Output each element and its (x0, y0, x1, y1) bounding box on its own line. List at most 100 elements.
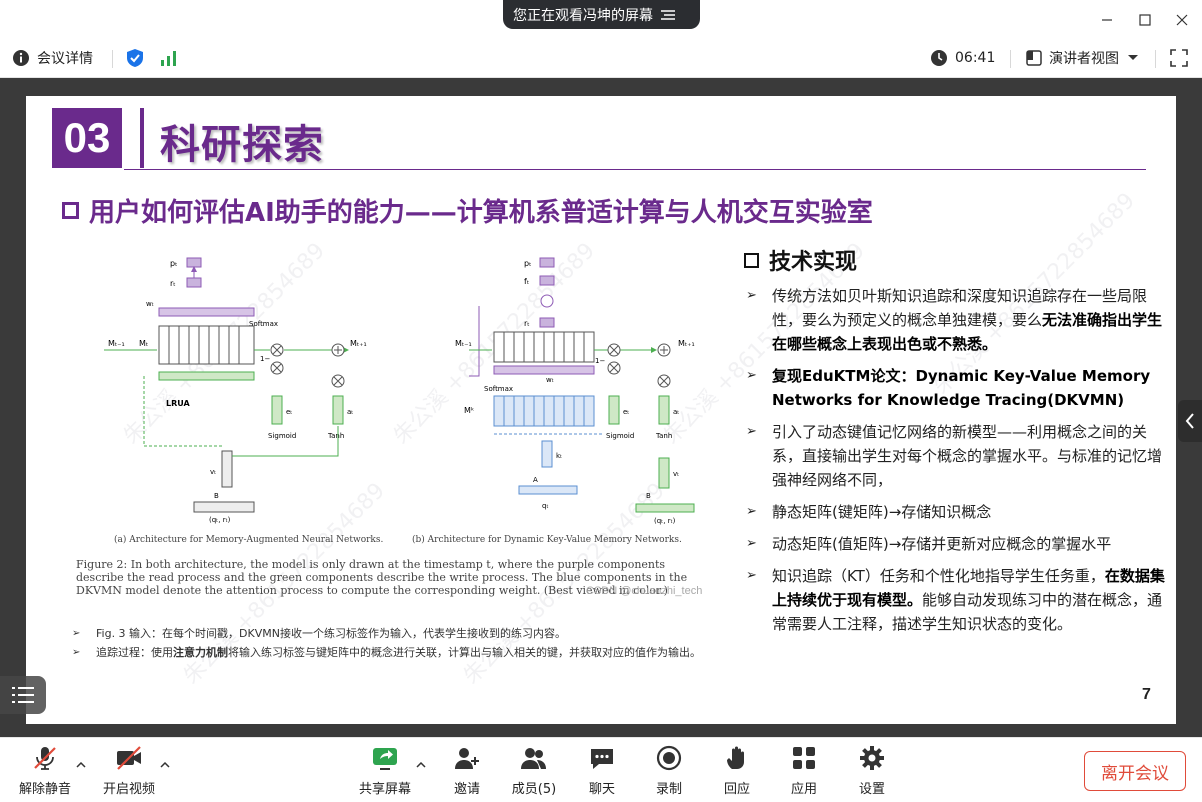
video-off-icon (115, 744, 143, 772)
security-shield-icon[interactable] (125, 48, 145, 68)
e-box (608, 395, 620, 425)
a-emb-label: A (533, 476, 538, 484)
slide-subtitle: 用户如何评估AI助手的能力——计算机系普适计算与人机交互实验室 (62, 192, 873, 229)
divider (1155, 50, 1156, 68)
chevron-up-icon[interactable] (160, 760, 170, 770)
r-box (539, 317, 555, 328)
clock-icon (931, 50, 947, 66)
note-bold: 注意力机制 (173, 646, 228, 659)
bullet-text: 静态矩阵(键矩阵)→存储知识概念 (772, 503, 992, 521)
chat-icon (588, 744, 616, 772)
sigmoid-label: Sigmoid (268, 432, 296, 440)
unmute-label: 解除静音 (18, 782, 71, 797)
menu-icon[interactable] (661, 9, 675, 20)
divider (1010, 50, 1011, 68)
m-next-label: Mₜ₊₁ (350, 339, 367, 348)
input-box (635, 503, 695, 513)
tech-bullet-list: 传统方法如贝叶斯知识追踪和深度知识追踪存在一些局限性，要么为预定义的概念单独建模… (744, 284, 1174, 636)
minimize-icon[interactable] (1097, 10, 1117, 30)
chevron-up-icon[interactable] (416, 760, 426, 770)
softmax-label: Softmax (484, 385, 513, 393)
input-box (193, 501, 255, 513)
e-label: eₜ (623, 408, 629, 416)
side-panel-toggle[interactable] (1178, 400, 1202, 442)
layout-icon (1026, 50, 1042, 66)
caption-a: (a) Architecture for Memory-Augmented Ne… (114, 534, 383, 545)
note-text: 追踪过程：使用 (96, 646, 173, 659)
e-box (271, 395, 283, 425)
meeting-details-label: 会议详情 (37, 51, 93, 67)
timer-text: 06:41 (955, 50, 996, 66)
reactions-button[interactable]: 回应 (702, 744, 772, 797)
share-screen-button[interactable]: 共享屏幕 (350, 744, 420, 797)
record-icon (655, 744, 683, 772)
p-box (539, 257, 555, 268)
sigmoid-label: Sigmoid (606, 432, 634, 440)
reactions-label: 回应 (723, 782, 750, 797)
m-cur-label: Mₜ (139, 339, 148, 348)
chat-button[interactable]: 聊天 (567, 744, 637, 797)
v-label: vₜ (210, 468, 216, 476)
meeting-controls: 解除静音 开启视频 共享屏幕 邀请 成员(5) 聊天 录制 回应 应用 设置 离… (0, 737, 1202, 802)
chevron-up-icon[interactable] (76, 760, 86, 770)
r-label: rₜ (524, 319, 530, 328)
users-icon (520, 744, 548, 772)
lrua-label: LRUA (166, 399, 191, 408)
value-matrix (493, 331, 595, 363)
fullscreen-icon[interactable] (1170, 48, 1188, 68)
maximize-icon[interactable] (1135, 10, 1155, 30)
meeting-toolbar: 会议详情 06:41 演讲者视图 (0, 40, 1202, 78)
m-prev-label: Mₜ₋₁ (108, 339, 125, 348)
settings-button[interactable]: 设置 (837, 744, 907, 797)
members-button[interactable]: 成员(5) (499, 744, 569, 797)
one-minus-label: 1− (595, 357, 605, 365)
csdn-watermark: CSDN @chuanzhi_tech (586, 585, 703, 597)
mann-diagram: pₜ rₜ wₜ Softmax Mₜ₋₁ Mₜ Mₜ₊₁ 1− eₜ aₜ S… (104, 257, 367, 524)
caption-b: (b) Architecture for Dynamic Key-Value M… (412, 534, 682, 545)
k-box (541, 440, 553, 468)
unmute-button[interactable]: 解除静音 (10, 744, 80, 797)
floating-list-button[interactable] (0, 676, 46, 714)
v-box (658, 457, 670, 489)
divider (112, 50, 113, 68)
meeting-window: 您正在观看冯坤的屏幕 会议详情 06:41 演讲者视图 朱公溪 +8615722… (0, 0, 1202, 802)
invite-button[interactable]: 邀请 (432, 744, 502, 797)
apps-button[interactable]: 应用 (769, 744, 839, 797)
chevron-left-icon (1185, 413, 1194, 429)
v-box (221, 450, 233, 488)
chevron-down-icon (1128, 55, 1138, 60)
settings-label: 设置 (858, 782, 885, 797)
tech-section: 技术实现 传统方法如贝叶斯知识追踪和深度知识追踪存在一些局限性，要么为预定义的概… (744, 244, 1174, 644)
start-video-button[interactable]: 开启视频 (94, 744, 164, 797)
q-label: qₜ (542, 502, 549, 510)
network-signal-icon[interactable] (160, 48, 178, 68)
close-icon[interactable] (1172, 10, 1192, 30)
apps-label: 应用 (790, 782, 817, 797)
square-bullet-icon (62, 202, 79, 219)
title-underline (124, 169, 1146, 170)
page-number: 7 (1142, 686, 1151, 703)
architecture-figure: pₜ rₜ wₜ Softmax Mₜ₋₁ Mₜ Mₜ₊₁ 1− eₜ aₜ S… (104, 257, 695, 545)
tech-bullet: 动态矩阵(值矩阵)→存储并更新对应概念的掌握水平 (744, 532, 1174, 556)
bullet-text: 引入了动态键值记忆网络的新模型——利用概念之间的关系，直接输出学生对每个概念的掌… (772, 423, 1163, 489)
tech-bullet: 知识追踪（KT）任务和个性化地指导学生任务重，在数据集上持续优于现有模型。能够自… (744, 564, 1174, 636)
share-screen-label: 共享屏幕 (358, 782, 411, 797)
m-prev-label: Mₜ₋₁ (455, 339, 472, 348)
info-icon (13, 50, 29, 66)
memory-matrix (158, 325, 255, 365)
f-label: fₜ (524, 277, 529, 286)
note-text: 将输入练习标签与键矩阵中的概念进行关联，计算出与输入相关的键，并获取对应的值作为… (228, 646, 701, 659)
record-button[interactable]: 录制 (634, 744, 704, 797)
screen-share-banner[interactable]: 您正在观看冯坤的屏幕 (503, 0, 700, 29)
input-label: (qₜ, rₜ) (654, 517, 676, 525)
read-weight-bar (158, 307, 255, 317)
meeting-details-button[interactable]: 会议详情 (12, 48, 93, 68)
title-bar: 您正在观看冯坤的屏幕 (0, 0, 1202, 40)
leave-meeting-button[interactable]: 离开会议 (1084, 751, 1186, 791)
view-mode-dropdown[interactable]: 演讲者视图 (1026, 48, 1139, 68)
b-label: B (214, 492, 219, 500)
p-label: pₜ (170, 259, 177, 268)
tech-bullet: 引入了动态键值记忆网络的新模型——利用概念之间的关系，直接输出学生对每个概念的掌… (744, 420, 1174, 492)
v-label: vₜ (673, 470, 679, 478)
members-label: 成员(5) (511, 782, 557, 797)
